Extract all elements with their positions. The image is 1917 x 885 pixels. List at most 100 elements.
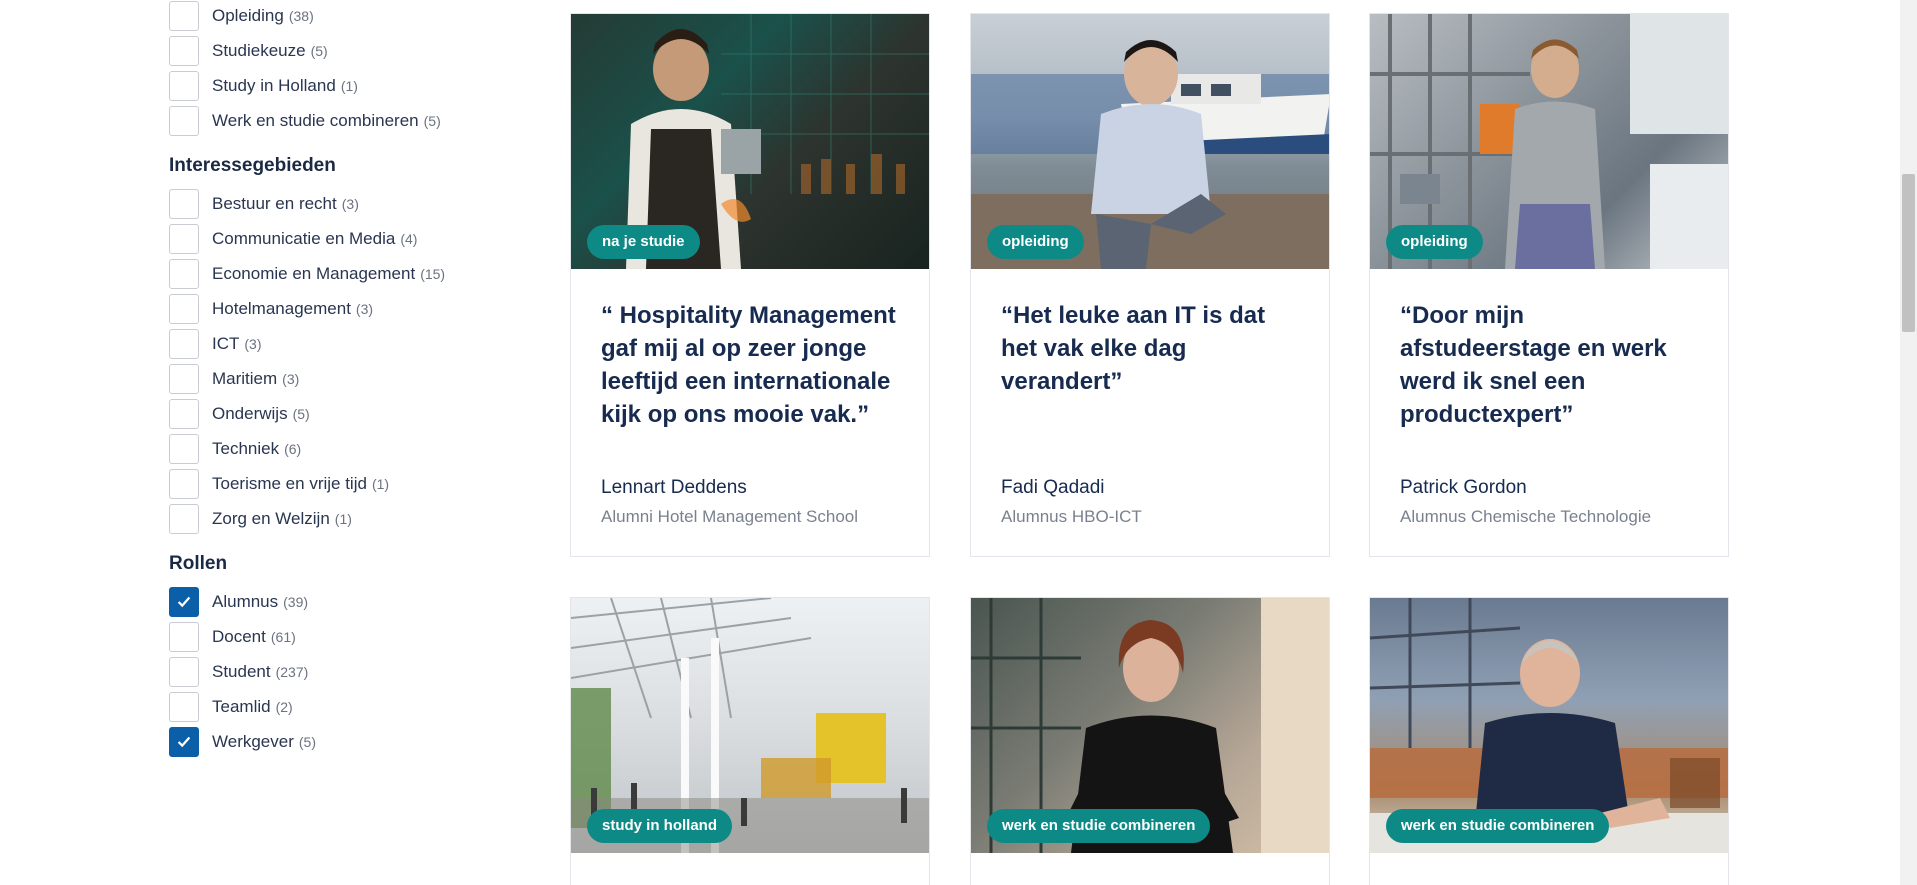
category-tag[interactable]: na je studie (587, 225, 700, 259)
checkbox[interactable] (169, 656, 199, 687)
filter-count: (1) (340, 77, 358, 94)
filter-sidebar: Opleiding (38) Studiekeuze (5) Study in Ho… (169, 0, 529, 759)
checkbox[interactable] (169, 258, 199, 289)
category-tag[interactable]: werk en studie combineren (1386, 809, 1610, 843)
filter-maritiem[interactable]: Maritiem (3) (169, 361, 529, 396)
filter-opleiding[interactable]: Opleiding (38) (169, 0, 529, 33)
filter-label: Economie en Management (212, 263, 416, 283)
filter-label: Studiekeuze (212, 40, 306, 60)
checkbox[interactable] (169, 105, 199, 136)
filter-count: (39) (283, 593, 309, 610)
filter-teamlid[interactable]: Teamlid (2) (169, 689, 529, 724)
filter-count: (5) (298, 733, 317, 750)
bartender-photo: na je studie (571, 14, 929, 269)
story-card[interactable]: werk en studie combineren (1369, 597, 1729, 885)
story-card[interactable]: werk en studie combineren (970, 597, 1330, 885)
story-card[interactable]: study in holland (570, 597, 930, 885)
filter-label: Werkgever (212, 731, 294, 751)
filter-label: Bestuur en recht (212, 193, 337, 213)
filter-toerisme[interactable]: Toerisme en vrije tijd (1) (169, 466, 529, 501)
filter-label: ICT (212, 333, 240, 353)
category-tag[interactable]: study in holland (587, 809, 732, 843)
checkbox[interactable] (169, 70, 199, 101)
person-role: Alumnus Chemische Technologie (1400, 507, 1652, 526)
filter-communicatie-en-media[interactable]: Communicatie en Media (4) (169, 221, 529, 256)
filter-techniek[interactable]: Techniek (6) (169, 431, 529, 466)
filter-count: (38) (288, 7, 314, 24)
person-name: Patrick Gordon (1400, 477, 1527, 498)
filter-hotelmanagement[interactable]: Hotelmanagement (3) (169, 291, 529, 326)
checkbox[interactable] (169, 726, 199, 757)
filter-label: Zorg en Welzijn (212, 508, 330, 528)
filter-count: (1) (371, 475, 390, 492)
checkbox[interactable] (169, 223, 199, 254)
filter-studiekeuze[interactable]: Studiekeuze (5) (169, 33, 529, 68)
checkbox[interactable] (169, 503, 199, 534)
filter-count: (15) (420, 265, 446, 282)
checkbox[interactable] (169, 621, 199, 652)
filter-ict[interactable]: ICT (3) (169, 326, 529, 361)
category-tag[interactable]: werk en studie combineren (987, 809, 1211, 843)
checkbox[interactable] (169, 363, 199, 394)
filter-count: (3) (282, 370, 300, 387)
filter-docent[interactable]: Docent (61) (169, 619, 529, 654)
filter-label: Opleiding (212, 5, 284, 25)
filter-werkgever[interactable]: Werkgever (5) (169, 724, 529, 759)
person-role: Alumnus HBO-ICT (1001, 507, 1142, 526)
filter-count: (5) (292, 405, 310, 422)
woman-portrait-photo: werk en studie combineren (971, 598, 1329, 853)
filter-label: Toerisme en vrije tijd (212, 473, 367, 493)
checkbox[interactable] (169, 188, 199, 219)
filter-count: (5) (423, 112, 441, 129)
filter-label: Docent (212, 626, 266, 646)
card-quote: “Het leuke aan IT is dat het vak elke da… (1001, 302, 1266, 395)
card-quote: “ Hospitality Management gaf mij al op z… (601, 302, 896, 428)
category-tag[interactable]: opleiding (1386, 225, 1483, 259)
campus-hall-photo: study in holland (571, 598, 929, 853)
filter-label: Onderwijs (212, 403, 288, 423)
filter-count: (1) (334, 510, 352, 527)
checkbox[interactable] (169, 433, 199, 464)
filter-count: (2) (275, 698, 293, 715)
filter-label: Alumnus (212, 591, 279, 611)
filter-zorg-en-welzijn[interactable]: Zorg en Welzijn (1) (169, 501, 529, 536)
filter-study-in-holland[interactable]: Study in Holland (1) (169, 68, 529, 103)
filter-group-title-rollen: Rollen (169, 553, 228, 574)
filter-economie-en-management[interactable]: Economie en Management (15) (169, 256, 529, 291)
filter-count: (6) (284, 440, 302, 457)
checkbox[interactable] (169, 35, 199, 66)
card-quote: “Door mijn afstudeerstage en werk werd i… (1400, 302, 1667, 428)
filter-werk-en-studie[interactable]: Werk en studie combineren (5) (169, 103, 529, 138)
filter-label: Communicatie en Media (212, 228, 396, 248)
filter-group-interesse: Bestuur en recht (3) Communicatie en Medi… (169, 186, 529, 536)
checkbox[interactable] (169, 328, 199, 359)
filter-label: Werk en studie combineren (212, 110, 419, 130)
filter-label: Maritiem (212, 368, 278, 388)
story-card[interactable]: opleiding “Door mijn afstudeerstage en w… (1369, 13, 1729, 557)
story-card[interactable]: opleiding “Het leuke aan IT is dat het v… (970, 13, 1330, 557)
checkbox[interactable] (169, 293, 199, 324)
filter-group-title-interesse: Interessegebieden (169, 155, 336, 176)
story-card[interactable]: na je studie “ Hospitality Management ga… (570, 13, 930, 557)
filter-count: (4) (400, 230, 418, 247)
filter-count: (5) (310, 42, 328, 59)
page-scrollbar[interactable] (1900, 0, 1917, 885)
filter-bestuur-en-recht[interactable]: Bestuur en recht (3) (169, 186, 529, 221)
checkbox[interactable] (169, 691, 199, 722)
checkbox[interactable] (169, 468, 199, 499)
filter-count: (3) (341, 195, 359, 212)
checkbox[interactable] (169, 398, 199, 429)
filter-alumnus[interactable]: Alumnus (39) (169, 584, 529, 619)
scrollbar-thumb[interactable] (1902, 174, 1915, 332)
man-at-desk-photo: werk en studie combineren (1370, 598, 1728, 853)
filter-label: Teamlid (212, 696, 271, 716)
checkbox[interactable] (169, 0, 199, 31)
filter-onderwijs[interactable]: Onderwijs (5) (169, 396, 529, 431)
filter-student[interactable]: Student (237) (169, 654, 529, 689)
person-name: Lennart Deddens (601, 477, 747, 498)
filter-group-onderwerp: Opleiding (38) Studiekeuze (5) Study in Ho… (169, 0, 529, 138)
checkbox[interactable] (169, 586, 199, 617)
category-tag[interactable]: opleiding (987, 225, 1084, 259)
filter-group-rollen: Alumnus (39) Docent (61) Student (237) Team… (169, 584, 529, 759)
filter-count: (61) (270, 628, 296, 645)
